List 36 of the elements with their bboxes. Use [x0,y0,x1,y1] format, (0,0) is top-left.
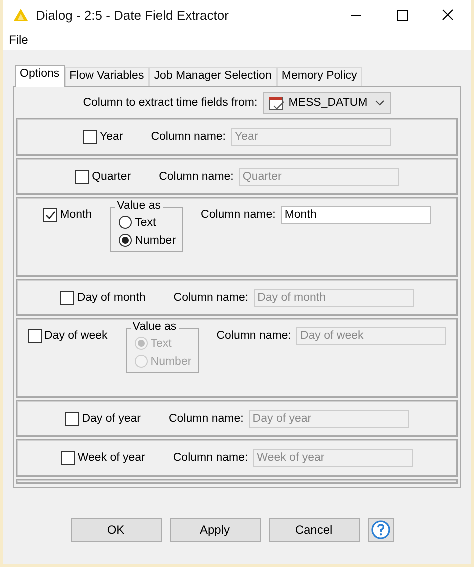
checkbox[interactable]: Quarter [75,170,132,184]
field-label: Column name: [216,330,292,342]
window-title: Dialog - 2:5 - Date Field Extractor [36,8,230,22]
radio-button[interactable]: Number [119,234,176,248]
group-label: Value as [115,200,164,212]
checkbox[interactable]: Day of week [28,329,108,344]
group-label: Value as [130,321,179,334]
tab[interactable]: Memory Policy [276,67,362,86]
field-label: Column name: [173,452,248,464]
checkbox[interactable]: Day of year [65,412,141,426]
help-icon [370,520,390,540]
field-label: Column to extract time fields from: [83,97,258,109]
menu-item[interactable]: File [9,33,28,47]
triangle-icon [13,8,29,22]
checkbox[interactable]: Day of month [60,290,146,305]
dialog-button[interactable]: OK [70,518,162,542]
field-label: Column name: [159,170,234,183]
tab[interactable]: Job Manager Selection [149,67,277,86]
checkbox[interactable]: Week of year [60,451,146,466]
field-label: Column name: [151,130,226,143]
checkbox[interactable]: Year [82,130,124,144]
radio-button[interactable]: Text [119,216,176,230]
checkbox[interactable]: Month [43,208,92,222]
text-field[interactable]: Month [280,206,431,224]
dialog-button[interactable]: Cancel [268,518,360,542]
help-button[interactable] [368,518,394,542]
calendar-icon [268,95,286,111]
tab[interactable]: Flow Variables [64,67,150,86]
dialog-button[interactable]: Apply [170,518,260,542]
checkmark-icon [44,210,56,221]
field-label: Column name: [169,412,244,424]
column-dropdown[interactable]: MESS_DATUM [262,92,391,114]
field-label: Column name: [174,292,249,304]
chevron-down-icon [374,99,385,107]
field-label: Column name: [201,209,276,222]
tab[interactable]: Options [15,65,65,87]
